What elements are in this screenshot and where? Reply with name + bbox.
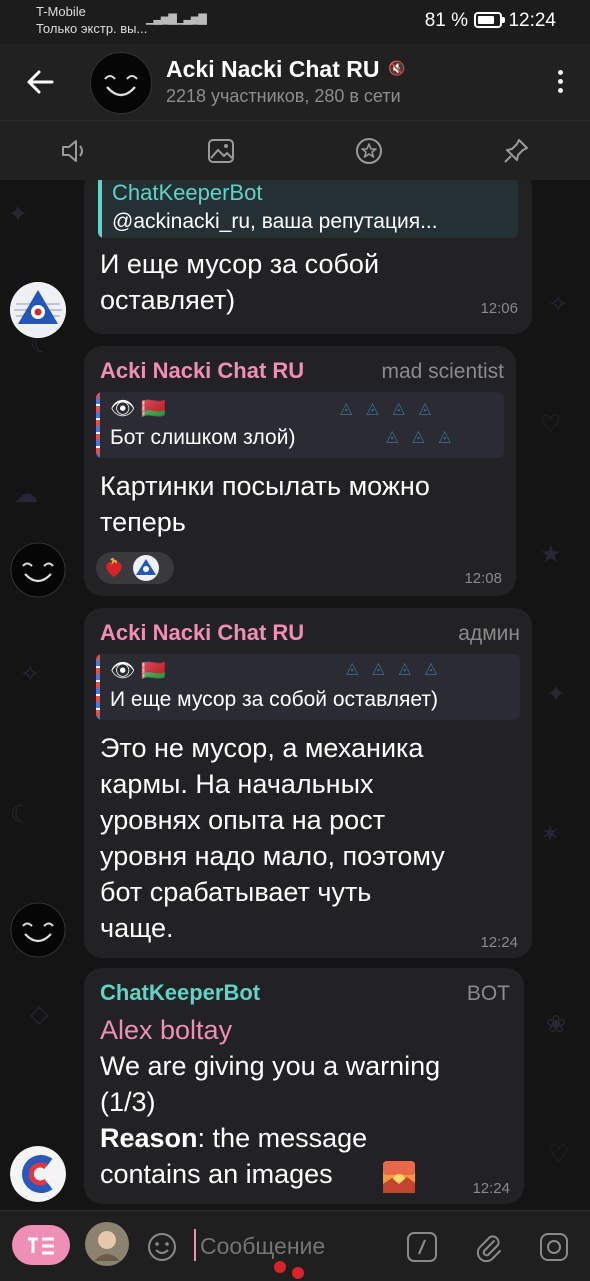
reply-bar — [96, 654, 100, 720]
eye-pattern-icon: ◬◬◬ — [386, 428, 465, 445]
avatar[interactable] — [10, 542, 66, 598]
reply-text: И еще мусор за собой оставляет) — [110, 688, 438, 711]
avatar[interactable] — [10, 902, 66, 958]
reaction-avatar — [133, 555, 159, 581]
doodle-icon: ☾ — [10, 801, 32, 828]
carrier-name: T-Mobile — [36, 4, 86, 19]
pin-icon[interactable] — [500, 135, 532, 167]
message-time: 12:08 — [464, 570, 502, 587]
fire-heart-icon — [106, 557, 122, 577]
doodle-icon: ★ — [540, 541, 562, 568]
message-list[interactable]: ✦ ☾ ✧ ♡ ☁ ★ ✧ ✦ ☾ ✶ ◇ ❀ ♡ ChatKeeperBot … — [0, 180, 590, 1210]
back-arrow-icon[interactable] — [22, 64, 58, 100]
signal-icon-2: ▁▃▅▇ — [176, 13, 207, 25]
message-text: We are giving you a warning — [100, 1051, 441, 1081]
message-text: Картинки посылать можно — [100, 471, 430, 501]
message-time: 12:06 — [480, 300, 518, 317]
doodle-icon: ✶ — [540, 821, 561, 848]
doodle-icon: ♡ — [548, 1141, 570, 1168]
reply-bar — [98, 180, 102, 238]
eye-pattern-icon: ◬◬◬◬ — [346, 660, 452, 677]
chat-subtitle: 2218 участников, 280 в сети — [166, 86, 401, 106]
bot-menu-icon — [28, 1237, 54, 1255]
media-toolbar — [0, 120, 590, 181]
message-text: Это не мусор, а механика — [100, 733, 424, 763]
image-icon[interactable] — [205, 135, 237, 167]
doodle-icon: ◇ — [30, 1001, 49, 1028]
doodle-icon: ✧ — [548, 291, 569, 318]
avatar[interactable] — [10, 282, 66, 338]
bot-commands-button[interactable] — [12, 1225, 70, 1265]
attach-icon[interactable] — [472, 1231, 504, 1263]
message-input[interactable] — [198, 1227, 392, 1265]
sender-name[interactable]: Acki Nacki Chat RU — [100, 358, 304, 384]
doodle-icon: ❀ — [546, 1011, 567, 1038]
chat-title[interactable]: Acki Nacki Chat RU — [166, 56, 379, 83]
reply-sender-emoji: 👁 🇧🇾 — [110, 660, 166, 682]
reply-preview[interactable]: 👁 🇧🇾 И еще мусор за собой оставляет) ◬◬◬… — [96, 654, 520, 720]
touch-indicator — [292, 1267, 304, 1279]
reason-text: : the message — [197, 1123, 368, 1153]
message-bubble[interactable]: Acki Nacki Chat RU mad scientist 👁 🇧🇾 Бо… — [84, 346, 516, 596]
battery-percent: 81 % — [424, 10, 468, 31]
mention-link[interactable]: Alex boltay — [100, 1012, 232, 1048]
status-bar: T-Mobile Только экстр. вы... ▁▃▅▇ ▁▃▅▇ 8… — [0, 0, 590, 44]
slash-command-icon[interactable] — [406, 1231, 438, 1263]
emoji-icon[interactable] — [146, 1231, 178, 1263]
clock: 12:24 — [508, 10, 556, 31]
message-text: Reason: the message — [100, 1120, 367, 1156]
doodle-icon: ☁ — [14, 481, 38, 508]
doodle-icon: ✧ — [20, 661, 41, 688]
chat-avatar[interactable] — [90, 52, 152, 114]
message-time: 12:24 — [480, 934, 518, 951]
reply-text: Бот слишком злой) — [110, 426, 296, 449]
reason-label: Reason — [100, 1123, 198, 1153]
message-text: уровнях опыта на рост — [100, 805, 386, 835]
message-text: contains an images — [100, 1159, 333, 1189]
reply-sender: ChatKeeperBot — [112, 180, 263, 205]
reply-text: @ackinacki_ru, ваша репутация... — [112, 210, 438, 233]
touch-indicator — [274, 1261, 286, 1273]
signal-icon: ▁▃▅▇ — [146, 13, 177, 25]
message-text: уровня надо мало, поэтому — [100, 841, 445, 871]
doodle-icon: ✦ — [8, 201, 29, 228]
speaker-muted-icon: 🔇 — [388, 60, 406, 76]
reply-preview[interactable]: 👁 🇧🇾 Бот слишком злой) ◬◬◬◬ ◬◬◬ — [96, 392, 504, 458]
camera-icon[interactable] — [538, 1231, 570, 1263]
reply-preview[interactable]: ChatKeeperBot @ackinacki_ru, ваша репута… — [98, 180, 518, 238]
reaction-chip[interactable] — [96, 552, 174, 584]
composer-bar — [0, 1210, 590, 1281]
eye-pattern-icon: ◬◬◬◬ — [340, 400, 446, 417]
message-text: чаще. — [100, 913, 174, 943]
message-text: (1/3) — [100, 1087, 156, 1117]
carrier-subtitle: Только экстр. вы... — [36, 21, 148, 36]
message-text: кармы. На начальных — [100, 769, 374, 799]
message-text: бот срабатывает чуть — [100, 877, 372, 907]
sender-role: mad scientist — [381, 360, 504, 383]
more-options-icon[interactable] — [550, 66, 570, 100]
sender-avatar[interactable] — [84, 1221, 130, 1267]
message-text: И еще мусор за собой — [100, 249, 380, 279]
reply-sender-emoji: 👁 🇧🇾 — [110, 398, 166, 420]
sender-role: админ — [458, 622, 520, 645]
chat-header: Acki Nacki Chat RU 🔇 2218 участников, 28… — [0, 44, 590, 120]
doodle-icon: ✦ — [546, 681, 567, 708]
message-text: оставляет) — [100, 285, 236, 315]
bot-badge: BOT — [466, 982, 510, 1005]
text-cursor — [194, 1229, 196, 1261]
doodle-icon: ♡ — [540, 411, 562, 438]
audio-icon[interactable] — [58, 135, 90, 167]
message-text: теперь — [100, 507, 186, 537]
sender-name[interactable]: ChatKeeperBot — [100, 980, 260, 1006]
sender-name[interactable]: Acki Nacki Chat RU — [100, 620, 304, 646]
message-bubble[interactable]: Acki Nacki Chat RU админ 👁 🇧🇾 И еще мусо… — [84, 608, 532, 958]
reply-bar — [96, 392, 100, 458]
message-bubble[interactable]: ChatKeeperBot @ackinacki_ru, ваша репута… — [84, 180, 532, 334]
bot-avatar[interactable] — [10, 1146, 66, 1202]
star-icon[interactable] — [353, 135, 385, 167]
sunset-image-icon — [383, 1161, 415, 1193]
battery-icon — [474, 12, 505, 28]
message-bubble[interactable]: ChatKeeperBot BOT Alex boltay We are giv… — [84, 968, 524, 1204]
message-time: 12:24 — [472, 1180, 510, 1197]
